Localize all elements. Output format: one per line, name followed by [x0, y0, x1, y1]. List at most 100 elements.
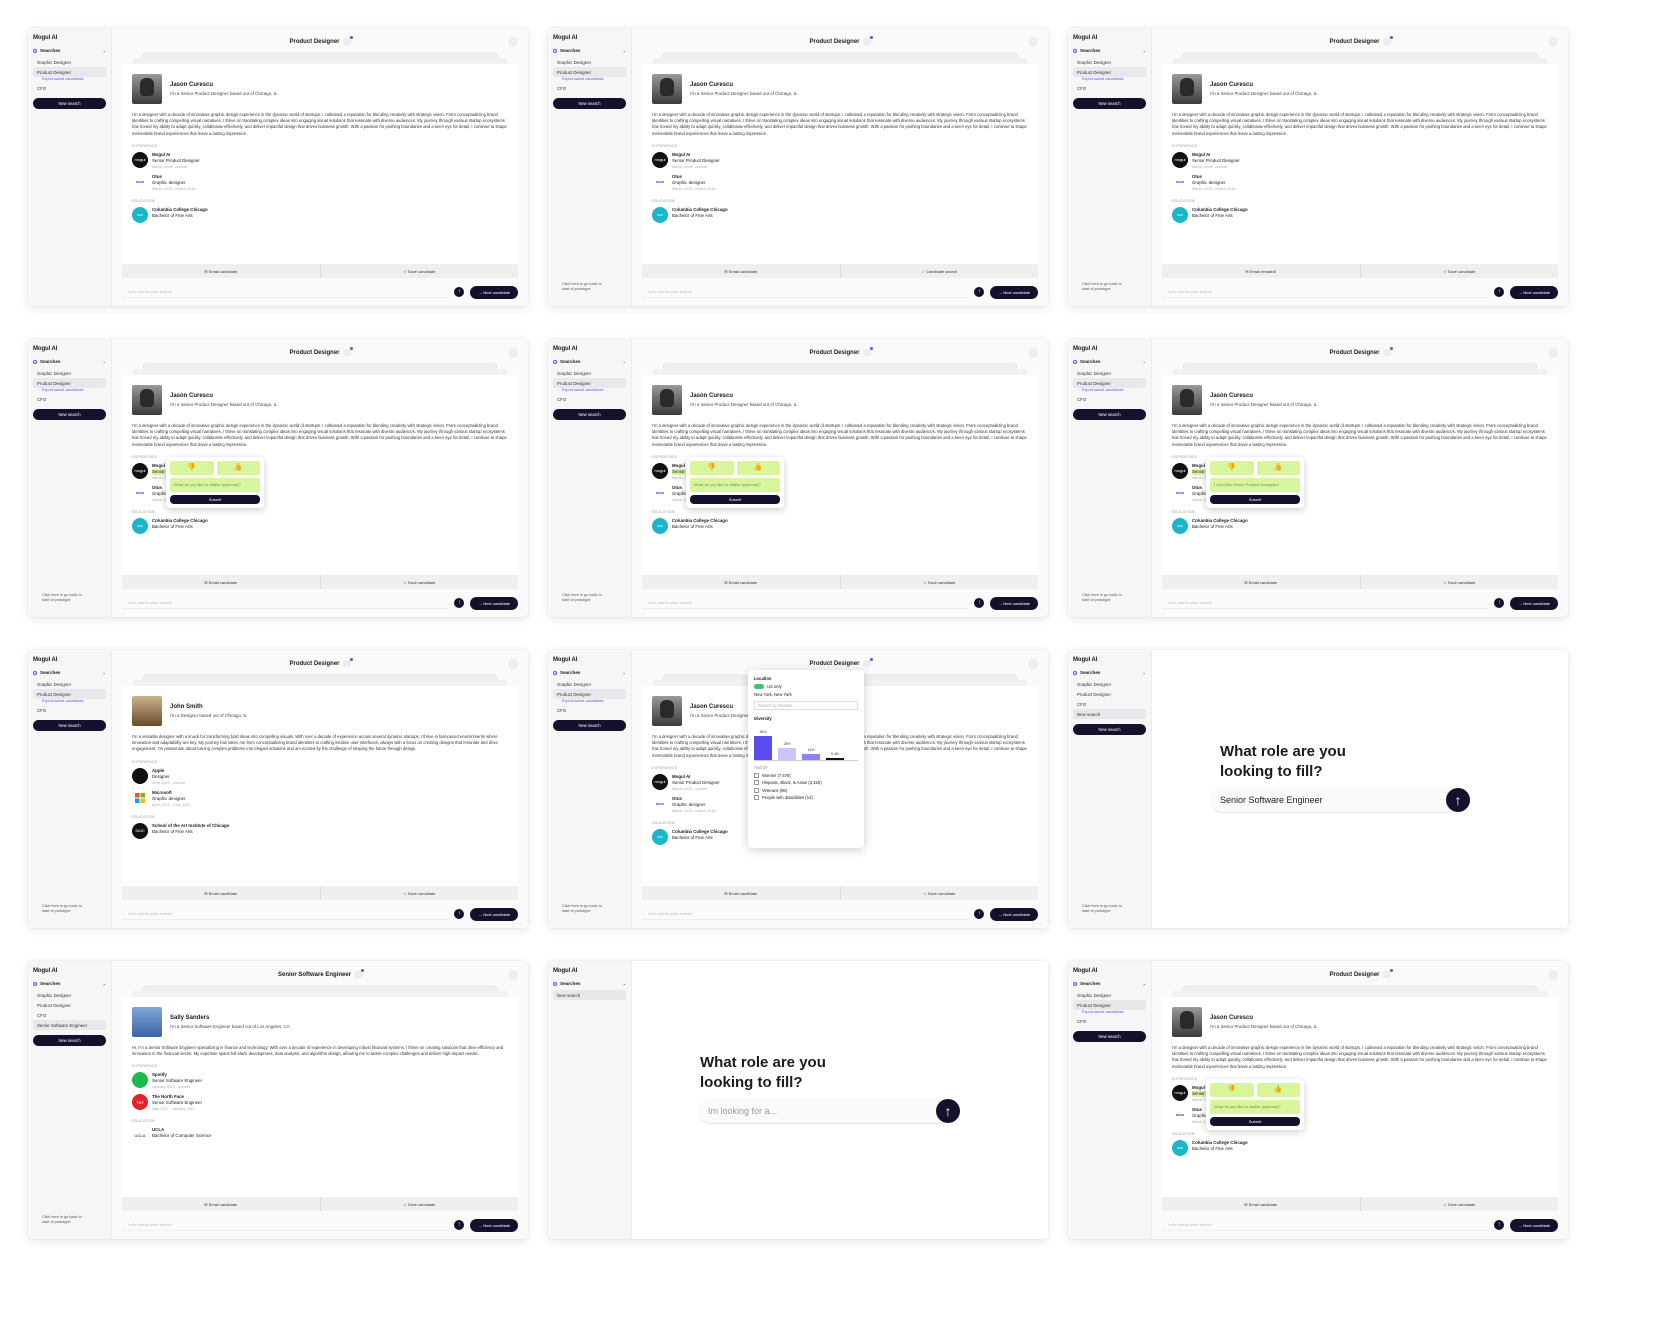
document-icon[interactable] — [508, 348, 518, 358]
filter-settings-icon[interactable] — [1382, 36, 1393, 45]
submit-arrow-icon[interactable]: ↑ — [1494, 1220, 1505, 1230]
document-icon[interactable] — [508, 970, 518, 980]
new-search-button[interactable]: New search — [33, 409, 106, 420]
sidebar-item[interactable]: Product Designer — [1073, 67, 1146, 77]
searches-header[interactable]: Searches ⌄ — [1073, 670, 1146, 675]
sidebar-item[interactable]: Graphic Designer — [553, 57, 626, 67]
thumbs-down-button[interactable]: 👎 — [690, 461, 734, 475]
back-to-start-link[interactable]: Click here to go back to start of protot… — [562, 282, 606, 292]
next-candidate-button[interactable]: → Next candidate — [990, 907, 1038, 921]
searches-header[interactable]: Searches ⌄ — [553, 670, 626, 675]
feedback-input[interactable]: What do you like or dislike (optional)? — [170, 478, 260, 492]
thumbs-down-button[interactable]: 👎 — [1210, 1083, 1254, 1097]
submit-arrow-icon[interactable]: ↑ — [936, 1099, 960, 1123]
filter-settings-icon[interactable] — [1382, 347, 1393, 356]
searches-header[interactable]: Searches ⌄ — [33, 981, 106, 986]
diversity-checkbox[interactable]: Women (7,578) — [754, 772, 858, 778]
new-search-button[interactable]: New search — [553, 409, 626, 420]
searches-header[interactable]: Searches ⌄ — [553, 359, 626, 364]
sidebar-item[interactable]: Graphic Designer — [1073, 679, 1146, 689]
diversity-checkbox[interactable]: Hispanic, Black, & Asian (3,150) — [754, 780, 858, 786]
sidebar-item[interactable]: Graphic Designer — [1073, 368, 1146, 378]
save-candidate-button[interactable]: ☆ Save candidate — [319, 1197, 519, 1211]
diversity-checkbox[interactable]: Veterans (98) — [754, 787, 858, 793]
sidebar-item[interactable]: CFO — [1073, 83, 1146, 93]
new-search-button[interactable]: New search — [553, 720, 626, 731]
sidebar-item[interactable]: CFO — [1073, 699, 1146, 709]
searches-header[interactable]: Searches ⌄ — [33, 359, 106, 364]
sidebar-item[interactable]: CFO — [1073, 394, 1146, 404]
filter-settings-icon[interactable] — [1382, 969, 1393, 978]
feedback-input[interactable]: I don't like Senior Product Designers — [1210, 478, 1300, 492]
searches-header[interactable]: Searches ⌄ — [553, 981, 626, 986]
document-icon[interactable] — [1028, 348, 1038, 358]
filter-settings-icon[interactable] — [862, 347, 873, 356]
submit-arrow-icon[interactable]: ↑ — [454, 1220, 465, 1230]
submit-arrow-icon[interactable]: ↑ — [454, 909, 465, 919]
save-candidate-button[interactable]: ✓ Candidate saved! — [839, 264, 1039, 278]
thumbs-up-button[interactable]: 👍 — [1256, 1083, 1300, 1097]
sidebar-item[interactable]: CFO — [553, 83, 626, 93]
searches-header[interactable]: Searches ⌄ — [33, 48, 106, 53]
next-candidate-button[interactable]: → Next candidate — [1510, 285, 1558, 299]
sidebar-item[interactable]: Product Designer — [1073, 689, 1146, 699]
submit-arrow-icon[interactable]: ↑ — [1494, 598, 1505, 608]
new-search-button[interactable]: New search — [33, 1035, 106, 1046]
thumbs-up-button[interactable]: 👍 — [1256, 461, 1300, 475]
feedback-input[interactable]: What do you like or dislike (optional)? — [1210, 1100, 1300, 1114]
new-search-button[interactable]: New search — [33, 720, 106, 731]
sidebar-item[interactable]: Product Designer — [33, 378, 106, 388]
submit-feedback-button[interactable]: Submit — [170, 495, 260, 504]
filter-settings-icon[interactable] — [862, 36, 873, 45]
back-to-start-link[interactable]: Click here to go back to start of protot… — [42, 593, 86, 603]
narrow-search-input[interactable]: Let's narrow your search — [122, 597, 449, 609]
role-input[interactable]: Im looking for a... — [698, 1098, 950, 1124]
email-candidate-button[interactable]: ✉ Email candidate — [642, 264, 840, 278]
submit-arrow-icon[interactable]: ↑ — [974, 287, 985, 297]
sidebar-item[interactable]: Graphic Designer — [33, 990, 106, 1000]
document-icon[interactable] — [1548, 348, 1558, 358]
sidebar-item[interactable]: Product Designer — [553, 67, 626, 77]
back-to-start-link[interactable]: Click here to go back to start of protot… — [1082, 904, 1126, 914]
sidebar-item[interactable]: Graphic Designer — [33, 368, 106, 378]
searches-header[interactable]: Searches ⌄ — [553, 48, 626, 53]
submit-arrow-icon[interactable]: ↑ — [974, 909, 985, 919]
back-to-start-link[interactable]: Click here to go back to start of protot… — [42, 904, 86, 914]
next-candidate-button[interactable]: → Next candidate — [1510, 596, 1558, 610]
new-search-button[interactable]: New search — [553, 98, 626, 109]
next-candidate-button[interactable]: → Next candidate — [470, 596, 518, 610]
save-candidate-button[interactable]: ☆ Save candidate — [319, 886, 519, 900]
document-icon[interactable] — [1548, 970, 1558, 980]
sidebar-item[interactable]: Product Designer — [33, 1000, 106, 1010]
save-candidate-button[interactable]: ☆ Save candidate — [1359, 575, 1559, 589]
feedback-input[interactable]: What do you like or dislike (optional)? — [690, 478, 780, 492]
new-search-button[interactable]: New search — [1073, 1031, 1146, 1042]
sidebar-item[interactable]: Graphic Designer — [1073, 990, 1146, 1000]
email-candidate-button[interactable]: ✉ Email candidate — [122, 575, 320, 589]
location-search-input[interactable]: Search by location — [754, 701, 858, 711]
sidebar-item[interactable]: Product Designer — [33, 67, 106, 77]
sidebar-item[interactable]: CFO — [33, 394, 106, 404]
document-icon[interactable] — [1548, 37, 1558, 47]
submit-arrow-icon[interactable]: ↑ — [454, 598, 465, 608]
next-candidate-button[interactable]: → Next candidate — [470, 285, 518, 299]
submit-arrow-icon[interactable]: ↑ — [1446, 788, 1470, 812]
thumbs-up-button[interactable]: 👍 — [216, 461, 260, 475]
sidebar-item[interactable]: Product Designer — [553, 689, 626, 699]
diversity-checkbox[interactable]: People with disabilities (14) — [754, 795, 858, 801]
next-candidate-button[interactable]: → Next candidate — [990, 285, 1038, 299]
save-candidate-button[interactable]: ☆ Save candidate — [839, 886, 1039, 900]
submit-arrow-icon[interactable]: ↑ — [454, 287, 465, 297]
document-icon[interactable] — [1028, 659, 1038, 669]
email-candidate-button[interactable]: ✉ Email emailed! — [1162, 264, 1360, 278]
searches-header[interactable]: Searches ⌄ — [1073, 981, 1146, 986]
filter-settings-icon[interactable] — [354, 969, 365, 978]
back-to-start-link[interactable]: Click here to go back to start of protot… — [562, 904, 606, 914]
back-to-start-link[interactable]: Click here to go back to start of protot… — [42, 1215, 86, 1225]
save-candidate-button[interactable]: ☆ Save candidate — [1359, 264, 1559, 278]
back-to-start-link[interactable]: Click here to go back to start of protot… — [562, 593, 606, 603]
sidebar-item[interactable]: CFO — [33, 1010, 106, 1020]
new-search-button[interactable]: New search — [33, 98, 106, 109]
sidebar-item[interactable]: Graphic Designer — [33, 679, 106, 689]
searches-header[interactable]: Searches ⌄ — [33, 670, 106, 675]
